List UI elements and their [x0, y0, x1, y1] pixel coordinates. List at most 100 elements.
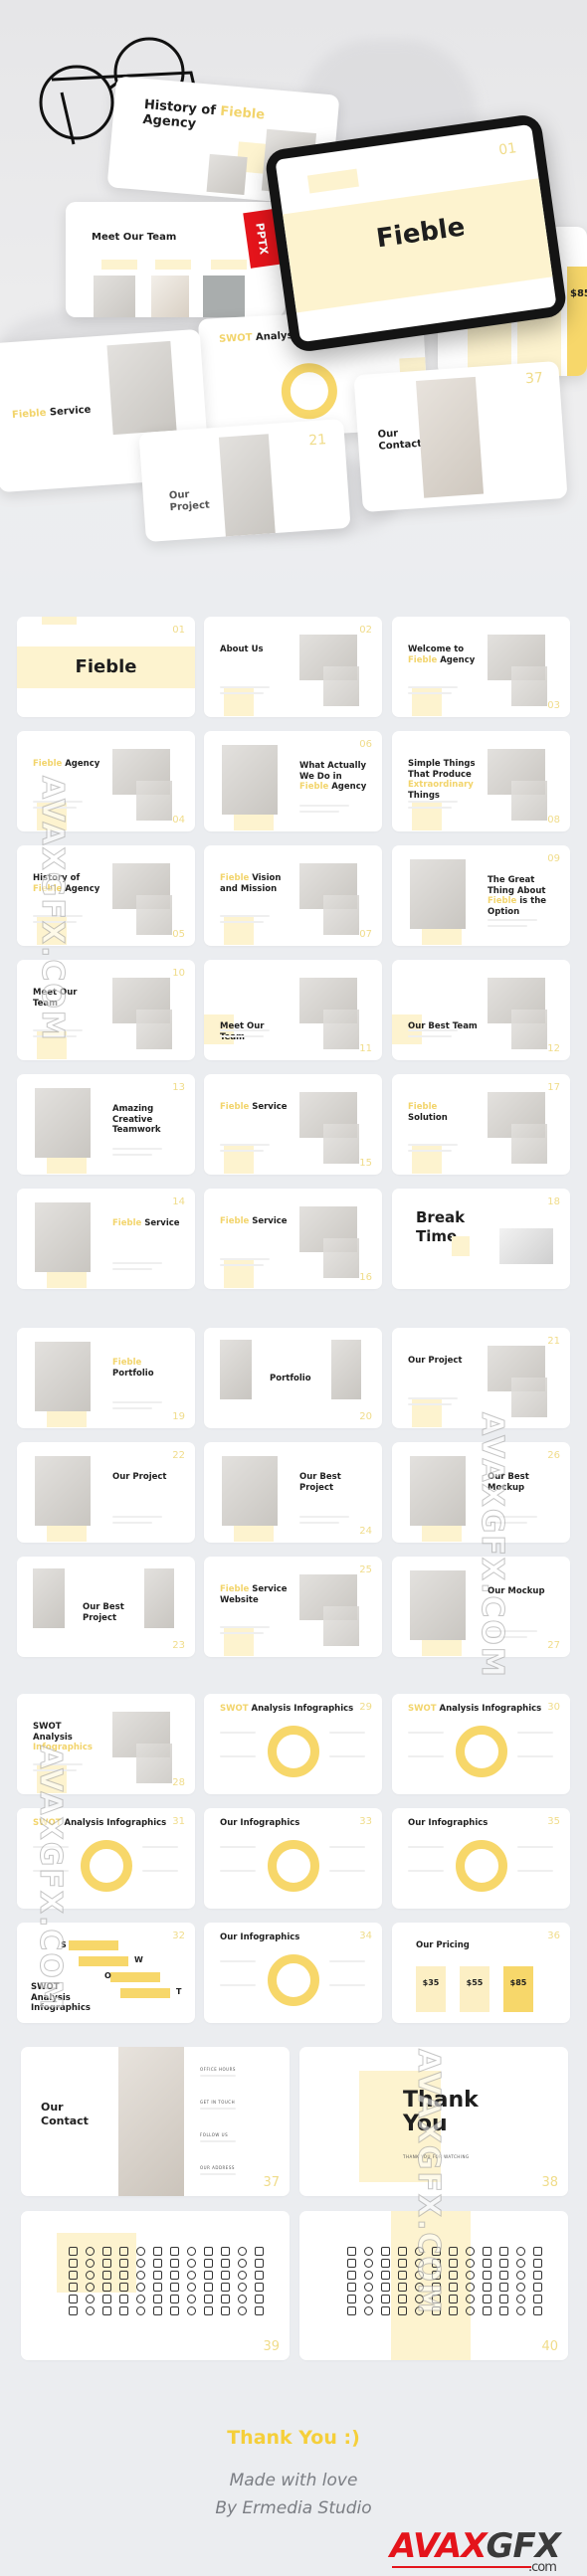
- slide-thumbnail-07[interactable]: Fieble Vision and Mission 07: [204, 845, 382, 946]
- slide-thumbnail-25[interactable]: Fieble Service Website 25: [204, 1557, 382, 1657]
- slide-thumbnail-02[interactable]: About Us 02: [204, 617, 382, 717]
- slide-number: 32: [172, 1931, 185, 1941]
- icon-glyph: [221, 2306, 230, 2315]
- slide-title: Portfolio: [270, 1374, 311, 1383]
- slide-number: 04: [172, 815, 185, 826]
- icon-glyph: [86, 2295, 95, 2303]
- slide-number: 40: [541, 2339, 558, 2354]
- slide-number: 38: [541, 2175, 558, 2190]
- slide-thumbnail-03[interactable]: Welcome to Fieble Agency 03: [392, 617, 570, 717]
- icon-glyph: [364, 2283, 373, 2292]
- slide-title: Fieble Service: [11, 404, 92, 422]
- slide-title: Fieble Vision and Mission: [220, 873, 282, 894]
- icon-glyph: [187, 2247, 196, 2256]
- slide-thumbnail-18[interactable]: Break Time 18: [392, 1189, 570, 1289]
- thank-you-heading: Thank You :): [227, 2427, 360, 2449]
- icon-glyph: [221, 2271, 230, 2280]
- slide-thumbnail-39[interactable]: 39: [21, 2211, 290, 2360]
- slide-title: About Us: [220, 644, 264, 654]
- icon-glyph: [483, 2247, 491, 2256]
- slide-thumbnail-33[interactable]: Our Infographics 33: [204, 1808, 382, 1909]
- slide-number: 03: [547, 700, 560, 711]
- slide-thumbnail-35[interactable]: Our Infographics 35: [392, 1808, 570, 1909]
- slide-number: 10: [172, 968, 185, 979]
- icon-glyph: [533, 2259, 542, 2268]
- slide-number: 21: [547, 1336, 560, 1347]
- slide-thumbnail-23[interactable]: Our Best Project 23: [17, 1557, 195, 1657]
- icon-glyph: [347, 2295, 356, 2303]
- slide-thumbnail-15[interactable]: Fieble Service 15: [204, 1074, 382, 1175]
- slide-title: Fieble Service: [220, 1102, 288, 1112]
- icon-glyph: [364, 2271, 373, 2280]
- icon-glyph: [102, 2247, 111, 2256]
- slide-thumbnail-17[interactable]: Fieble Solution 17: [392, 1074, 570, 1175]
- slide-number: 15: [359, 1158, 372, 1169]
- slide-thumbnail-19[interactable]: Fieble Portfolio 19: [17, 1328, 195, 1428]
- icon-glyph: [533, 2271, 542, 2280]
- icon-glyph: [255, 2295, 264, 2303]
- slide-thumbnail-34[interactable]: Our Infographics 34: [204, 1923, 382, 2023]
- icon-glyph: [69, 2295, 78, 2303]
- icon-glyph: [347, 2271, 356, 2280]
- watermark: AVAXGFX.COM: [411, 2049, 447, 2316]
- icon-glyph: [153, 2271, 162, 2280]
- contact-label: GET IN TOUCH: [200, 2100, 236, 2105]
- icon-glyph: [102, 2283, 111, 2292]
- slide-thumbnail-13[interactable]: Amazing Creative Teamwork 13: [17, 1074, 195, 1175]
- icon-glyph: [255, 2283, 264, 2292]
- slide-thumbnail-24[interactable]: Our Best Project 24: [204, 1442, 382, 1543]
- slide-number: 25: [359, 1564, 372, 1575]
- slide-thumbnail-12[interactable]: Our Best Team 12: [392, 960, 570, 1060]
- slide-title: Meet Our Team: [92, 232, 177, 243]
- slide-title: Our Infographics: [220, 1818, 300, 1828]
- slide-number: 23: [172, 1640, 185, 1651]
- icon-glyph: [153, 2295, 162, 2303]
- icon-set: [69, 2247, 268, 2315]
- slide-thumbnail-06[interactable]: What Actually We Do in Fieble Agency 06: [204, 731, 382, 831]
- icon-glyph: [466, 2247, 475, 2256]
- slide-number: 34: [359, 1931, 372, 1941]
- slide-title: Welcome to Fieble Agency: [408, 644, 476, 665]
- slide-thumbnail-22[interactable]: Our Project 22: [17, 1442, 195, 1543]
- icon-glyph: [119, 2271, 128, 2280]
- icon-glyph: [204, 2259, 213, 2268]
- icon-glyph: [398, 2295, 407, 2303]
- icon-glyph: [499, 2259, 508, 2268]
- slide-thumbnail-14[interactable]: Fieble Service 14: [17, 1189, 195, 1289]
- slide-thumbnail-30[interactable]: SWOT Analysis Infographics 30: [392, 1694, 570, 1794]
- slide-thumbnail-08[interactable]: Simple Things That Produce Extraordinary…: [392, 731, 570, 831]
- slide-number: 19: [172, 1411, 185, 1422]
- icon-glyph: [221, 2259, 230, 2268]
- icon-glyph: [516, 2259, 525, 2268]
- icon-glyph: [533, 2306, 542, 2315]
- slide-title: The Great Thing About Fieble is the Opti…: [488, 875, 547, 917]
- slide-number: 28: [172, 1777, 185, 1788]
- slide-number: 39: [263, 2339, 280, 2354]
- slide-number: 08: [547, 815, 560, 826]
- slide-title: Amazing Creative Teamwork: [112, 1104, 161, 1136]
- icon-glyph: [119, 2259, 128, 2268]
- slide-thumbnail-01[interactable]: Fieble 01: [17, 617, 195, 717]
- icon-glyph: [347, 2259, 356, 2268]
- icon-glyph: [204, 2306, 213, 2315]
- slide-thumbnail-16[interactable]: Fieble Service 16: [204, 1189, 382, 1289]
- slide-number: 30: [547, 1702, 560, 1713]
- slide-number: 24: [359, 1526, 372, 1537]
- slide-thumbnail-36[interactable]: Our Pricing $35 $55 $85 36: [392, 1923, 570, 2023]
- icon-glyph: [238, 2306, 247, 2315]
- slide-title: Simple Things That Produce Extraordinary…: [408, 759, 476, 801]
- slide-thumbnail-20[interactable]: Portfolio 20: [204, 1328, 382, 1428]
- icon-glyph: [187, 2271, 196, 2280]
- icon-glyph: [364, 2306, 373, 2315]
- icon-glyph: [483, 2283, 491, 2292]
- slide-thumbnail-37[interactable]: Our Contact OFFICE HOURS GET IN TOUCH FOLLO…: [21, 2047, 290, 2196]
- icon-glyph: [102, 2295, 111, 2303]
- hero-mockup: History of Fieble Agency Meet Our Team $…: [0, 0, 587, 597]
- icon-glyph: [170, 2283, 179, 2292]
- slide-thumbnail-09[interactable]: The Great Thing About Fieble is the Opti…: [392, 845, 570, 946]
- slide-title: SWOT Analysis Infographics: [408, 1704, 542, 1714]
- slide-thumbnail-29[interactable]: SWOT Analysis Infographics 29: [204, 1694, 382, 1794]
- slide-thumbnail-11[interactable]: Meet Our Team 11: [204, 960, 382, 1060]
- icon-glyph: [170, 2271, 179, 2280]
- slide-number: 33: [359, 1816, 372, 1827]
